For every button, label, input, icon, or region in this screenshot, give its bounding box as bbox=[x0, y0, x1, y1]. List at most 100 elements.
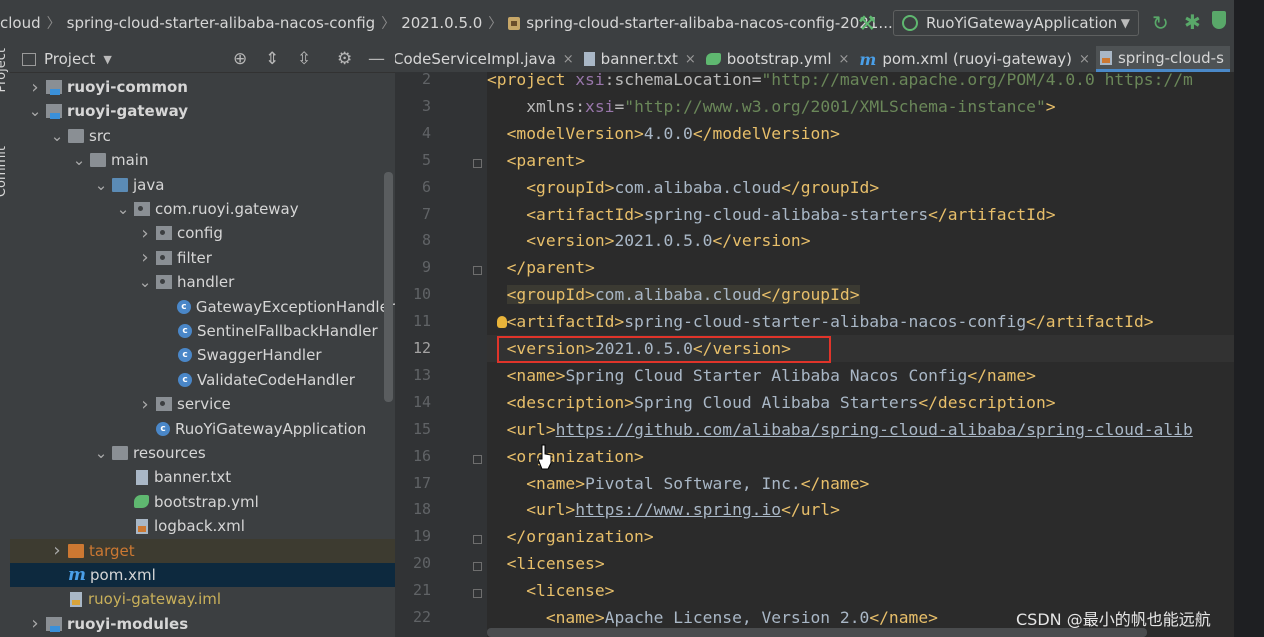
close-icon[interactable]: × bbox=[839, 52, 850, 67]
code-line[interactable]: <artifactId>spring-cloud-alibaba-starter… bbox=[487, 201, 1234, 228]
code-line[interactable]: xmlns:xsi="http://www.w3.org/2001/XMLSch… bbox=[487, 93, 1234, 120]
tree-item[interactable]: logback.xml bbox=[10, 514, 395, 538]
project-panel-title[interactable]: Project bbox=[44, 50, 95, 68]
chevron-down-icon[interactable]: ⌄ bbox=[138, 273, 152, 291]
chevron-right-icon[interactable]: › bbox=[28, 77, 42, 98]
chevron-down-icon[interactable]: ⌄ bbox=[94, 176, 108, 194]
fold-marker-icon[interactable] bbox=[473, 535, 482, 545]
tree-item[interactable]: banner.txt bbox=[10, 465, 395, 489]
breadcrumb-item[interactable]: cloud bbox=[0, 14, 47, 32]
fold-marker-icon[interactable] bbox=[473, 562, 482, 572]
fold-marker-icon[interactable] bbox=[473, 266, 482, 276]
tree-item[interactable]: ⌄ handler bbox=[10, 270, 395, 294]
editor-tab[interactable]: banner.txt × bbox=[580, 46, 702, 72]
code-line[interactable]: </parent> bbox=[487, 254, 1234, 281]
code-line[interactable]: <parent> bbox=[487, 147, 1234, 174]
breadcrumb-item[interactable]: spring-cloud-starter-alibaba-nacos-confi… bbox=[508, 14, 903, 32]
tree-item[interactable]: c RuoYiGatewayApplication bbox=[10, 417, 395, 441]
tree-item[interactable]: › config bbox=[10, 221, 395, 245]
module-folder-icon bbox=[46, 80, 62, 95]
tree-item[interactable]: ⌄ com.ruoyi.gateway bbox=[10, 197, 395, 221]
tree-item[interactable]: c SentinelFallbackHandler bbox=[10, 319, 395, 343]
editor-tab[interactable]: bootstrap.yml × bbox=[702, 46, 856, 72]
java-class-icon: c bbox=[176, 299, 191, 314]
editor-tab[interactable]: CodeServiceImpl.java × bbox=[395, 46, 580, 72]
chevron-right-icon[interactable]: › bbox=[138, 247, 152, 268]
build-hammer-icon[interactable]: ⚒ bbox=[858, 11, 876, 35]
code-line[interactable]: <artifactId>spring-cloud-starter-alibaba… bbox=[487, 308, 1234, 335]
expand-all-icon[interactable]: ⇕ bbox=[265, 49, 279, 69]
hide-panel-icon[interactable]: — bbox=[368, 49, 385, 69]
chevron-down-icon[interactable]: ⌄ bbox=[116, 200, 130, 218]
java-class-icon: c bbox=[178, 348, 192, 363]
code-line[interactable]: <version>2021.0.5.0</version> bbox=[487, 227, 1234, 254]
tree-item[interactable]: c GatewayExceptionHandler bbox=[10, 295, 395, 319]
code-line[interactable]: <license> bbox=[487, 577, 1234, 604]
chevron-down-icon[interactable]: ⌄ bbox=[50, 127, 64, 145]
code-line[interactable]: <url>https://www.spring.io</url> bbox=[487, 496, 1234, 523]
code-line[interactable]: <name>Pivotal Software, Inc.</name> bbox=[487, 470, 1234, 497]
run-configuration-select[interactable]: RuoYiGatewayApplication ▼ bbox=[893, 10, 1139, 36]
code-line[interactable]: <groupId>com.alibaba.cloud</groupId> bbox=[487, 281, 1234, 308]
tree-item[interactable]: › ruoyi-modules bbox=[10, 612, 395, 636]
close-icon[interactable]: × bbox=[685, 52, 696, 67]
tree-item[interactable]: ruoyi-gateway.iml bbox=[10, 587, 395, 611]
line-number: 17 bbox=[412, 473, 431, 492]
tree-item[interactable]: ⌄ main bbox=[10, 148, 395, 172]
chevron-down-icon[interactable]: ⌄ bbox=[28, 102, 42, 120]
chevron-right-icon[interactable]: › bbox=[138, 394, 152, 415]
gear-icon[interactable]: ⚙ bbox=[337, 49, 352, 69]
line-number: 3 bbox=[421, 96, 431, 115]
chevron-down-icon[interactable]: ⌄ bbox=[94, 444, 108, 462]
code-line[interactable]: <name>Spring Cloud Starter Alibaba Nacos… bbox=[487, 362, 1234, 389]
code-line[interactable]: <url>https://github.com/alibaba/spring-c… bbox=[487, 416, 1234, 443]
code-line[interactable]: <description>Spring Cloud Alibaba Starte… bbox=[487, 389, 1234, 416]
code-line[interactable]: <groupId>com.alibaba.cloud</groupId> bbox=[487, 174, 1234, 201]
chevron-down-icon[interactable]: ▼ bbox=[103, 53, 111, 66]
tree-item[interactable]: c SwaggerHandler bbox=[10, 343, 395, 367]
shield-icon[interactable] bbox=[1212, 11, 1226, 29]
editor-tab[interactable]: m pom.xml (ruoyi-gateway) × bbox=[855, 46, 1096, 72]
tree-item[interactable]: c ValidateCodeHandler bbox=[10, 368, 395, 392]
intention-bulb-icon[interactable] bbox=[497, 316, 507, 328]
collapse-all-icon[interactable]: ⇳ bbox=[297, 49, 311, 69]
code-line[interactable]: <project xsi:schemaLocation="http://mave… bbox=[487, 72, 1234, 93]
tree-item[interactable]: › service bbox=[10, 392, 395, 416]
locate-target-icon[interactable]: ⊕ bbox=[233, 49, 247, 69]
fold-marker-icon[interactable] bbox=[473, 589, 482, 599]
breadcrumb-item[interactable]: 2021.0.5.0 bbox=[401, 14, 488, 32]
chevron-right-icon[interactable]: › bbox=[28, 613, 42, 634]
tree-item[interactable]: ⌄ ruoyi-gateway bbox=[10, 99, 395, 123]
project-panel-header: Project ▼ ⊕ ⇕ ⇳ ⚙ — bbox=[10, 46, 395, 73]
breadcrumb-separator: 〉 bbox=[488, 16, 503, 32]
yml-file-icon bbox=[705, 53, 721, 65]
rerun-icon[interactable]: ↻ bbox=[1152, 11, 1169, 35]
fold-marker-icon[interactable] bbox=[473, 454, 482, 464]
tree-item[interactable]: ⌄ resources bbox=[10, 441, 395, 465]
commit-tool-tab[interactable]: Commit bbox=[0, 146, 9, 197]
code-line[interactable]: <organization> bbox=[487, 443, 1234, 470]
close-icon[interactable]: × bbox=[1079, 52, 1090, 67]
code-line[interactable]: <modelVersion>4.0.0</modelVersion> bbox=[487, 120, 1234, 147]
tree-item[interactable]: bootstrap.yml bbox=[10, 490, 395, 514]
project-tool-tab[interactable]: Project bbox=[0, 48, 9, 92]
tree-item[interactable]: ⌄ src bbox=[10, 124, 395, 148]
chevron-down-icon[interactable]: ⌄ bbox=[72, 151, 86, 169]
close-icon[interactable]: × bbox=[563, 52, 574, 67]
line-number: 20 bbox=[412, 554, 431, 573]
tree-scrollbar[interactable] bbox=[384, 172, 393, 402]
tree-item[interactable]: › ruoyi-common bbox=[10, 75, 395, 99]
tree-item[interactable]: › target bbox=[10, 538, 395, 563]
chevron-right-icon[interactable]: › bbox=[138, 223, 152, 244]
code-line[interactable]: <licenses> bbox=[487, 550, 1234, 577]
fold-marker-icon[interactable] bbox=[473, 158, 482, 168]
code-line[interactable]: </organization> bbox=[487, 523, 1234, 550]
editor-tab[interactable]: spring-cloud-s bbox=[1095, 46, 1230, 72]
maven-icon: m bbox=[68, 565, 86, 585]
tree-item[interactable]: › filter bbox=[10, 246, 395, 270]
debug-bug-icon[interactable]: ✱ bbox=[1184, 10, 1201, 34]
breadcrumb-item[interactable]: spring-cloud-starter-alibaba-nacos-confi… bbox=[67, 14, 382, 32]
tree-item[interactable]: ⌄ java bbox=[10, 173, 395, 197]
chevron-right-icon[interactable]: › bbox=[50, 540, 64, 561]
tree-item[interactable]: m pom.xml bbox=[10, 563, 395, 587]
